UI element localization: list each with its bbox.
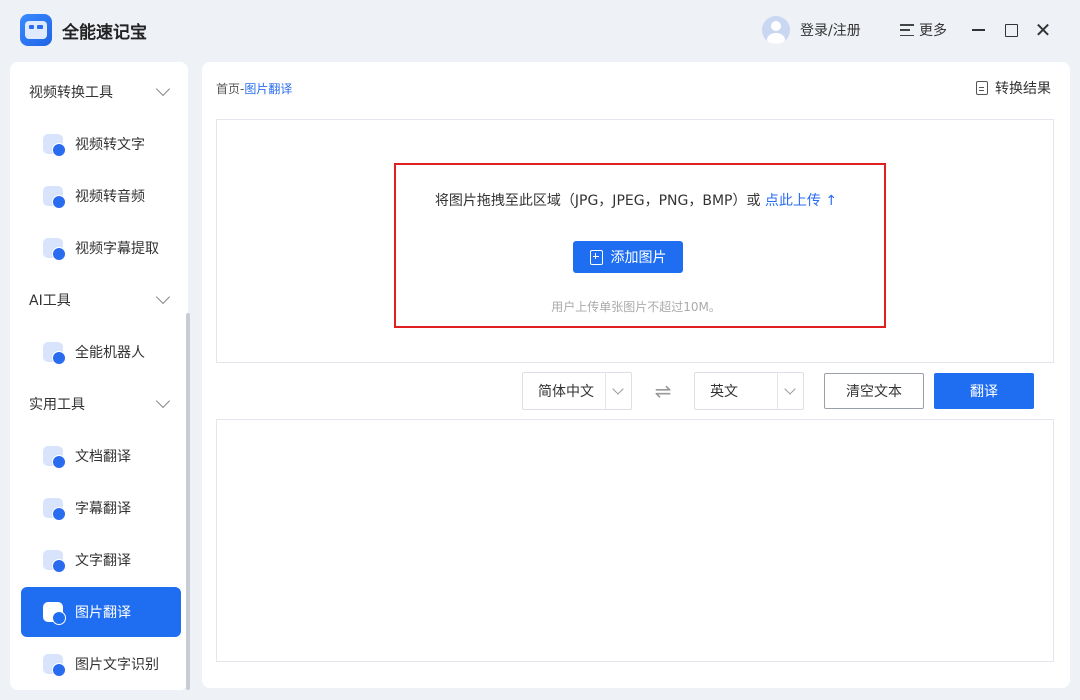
sidebar-item-label: 全能机器人	[75, 345, 145, 361]
source-language-select[interactable]: 简体中文	[522, 372, 632, 410]
minimize-button[interactable]	[968, 20, 988, 40]
target-language-select[interactable]: 英文	[694, 372, 804, 410]
title-bar: 全能速记宝 登录/注册 更多 ✕	[0, 0, 1080, 62]
sidebar-item-label: 图片翻译	[75, 605, 131, 621]
swap-languages-icon[interactable]: ⇌	[651, 380, 675, 402]
more-label: 更多	[919, 23, 947, 39]
translation-output-area[interactable]	[216, 419, 1054, 662]
sidebar-group-video-tools[interactable]: 视频转换工具	[10, 66, 188, 118]
sidebar-item-image-ocr[interactable]: 图片文字识别	[21, 639, 181, 689]
sidebar-group-label: AI工具	[29, 293, 71, 309]
target-language-value: 英文	[710, 384, 738, 400]
document-icon	[43, 446, 66, 469]
chevron-down-icon	[777, 373, 803, 409]
chevron-down-icon	[155, 81, 171, 97]
sidebar-group-label: 实用工具	[29, 397, 85, 413]
sidebar-item-label: 视频字幕提取	[75, 241, 159, 257]
main-panel: 首页-图片翻译 转换结果 将图片拖拽至此区域（JPG，JPEG，PNG，BMP）…	[202, 62, 1070, 688]
breadcrumb-current: 图片翻译	[244, 82, 293, 96]
sidebar-item-label: 视频转文字	[75, 137, 145, 153]
text-icon	[43, 134, 66, 157]
sidebar-item-document-translate[interactable]: 文档翻译	[21, 431, 181, 481]
sidebar-item-label: 图片文字识别	[75, 657, 159, 673]
upload-limit-note: 用户上传单张图片不超过10M。	[551, 300, 721, 314]
subtitle-icon	[43, 498, 66, 521]
add-file-icon	[589, 249, 603, 265]
music-note-icon	[43, 186, 66, 209]
app-title: 全能速记宝	[62, 23, 147, 43]
text-icon	[43, 550, 66, 573]
arrow-up-icon: ↑	[825, 193, 838, 209]
maximize-button[interactable]	[1001, 20, 1021, 40]
image-dropzone[interactable]: 将图片拖拽至此区域（JPG，JPEG，PNG，BMP）或 点此上传 ↑ 添加图片…	[216, 119, 1054, 363]
upload-link[interactable]: 点此上传 ↑	[765, 193, 837, 209]
image-icon	[43, 602, 66, 625]
more-menu-button[interactable]: 更多	[900, 20, 947, 40]
scan-icon	[43, 654, 66, 677]
conversion-result-label: 转换结果	[995, 81, 1051, 97]
sidebar-item-video-to-audio[interactable]: 视频转音频	[21, 171, 181, 221]
drop-hint-text: 将图片拖拽至此区域（JPG，JPEG，PNG，BMP）或	[434, 193, 761, 209]
add-image-button[interactable]: 添加图片	[573, 241, 683, 273]
breadcrumb-home[interactable]: 首页	[216, 82, 240, 96]
robot-icon	[43, 342, 66, 365]
sidebar-item-label: 文档翻译	[75, 449, 131, 465]
sidebar-item-robot[interactable]: 全能机器人	[21, 327, 181, 377]
sidebar-item-label: 文字翻译	[75, 553, 131, 569]
clear-text-button[interactable]: 清空文本	[824, 373, 924, 409]
chevron-down-icon	[155, 289, 171, 305]
sidebar-item-subtitle-extract[interactable]: 视频字幕提取	[21, 223, 181, 273]
sidebar-group-ai-tools[interactable]: AI工具	[10, 274, 188, 326]
translate-button[interactable]: 翻译	[934, 373, 1034, 409]
sidebar: 视频转换工具 视频转文字 视频转音频 视频字幕提取 AI工具 全能机器人 实用工…	[10, 62, 188, 690]
login-button[interactable]: 登录/注册	[762, 16, 861, 44]
sidebar-item-label: 视频转音频	[75, 189, 145, 205]
chevron-down-icon	[605, 373, 631, 409]
sidebar-item-subtitle-translate[interactable]: 字幕翻译	[21, 483, 181, 533]
sidebar-scrollbar[interactable]	[186, 313, 190, 690]
close-icon: ✕	[1034, 18, 1052, 42]
login-label: 登录/注册	[800, 23, 861, 39]
breadcrumb: 首页-图片翻译	[216, 80, 292, 97]
sidebar-group-label: 视频转换工具	[29, 85, 113, 101]
upload-arrow-icon	[43, 238, 66, 261]
sidebar-item-video-to-text[interactable]: 视频转文字	[21, 119, 181, 169]
source-language-value: 简体中文	[538, 384, 594, 400]
sidebar-item-text-translate[interactable]: 文字翻译	[21, 535, 181, 585]
menu-icon	[900, 24, 914, 36]
add-image-label: 添加图片	[610, 249, 667, 265]
drop-hint: 将图片拖拽至此区域（JPG，JPEG，PNG，BMP）或 点此上传 ↑	[217, 190, 1055, 210]
app-logo-icon	[20, 14, 52, 46]
sidebar-item-label: 字幕翻译	[75, 501, 131, 517]
avatar-icon	[762, 16, 790, 44]
chevron-down-icon	[155, 393, 171, 409]
conversion-result-button[interactable]: 转换结果	[976, 78, 1051, 98]
upload-link-label: 点此上传	[764, 193, 821, 209]
close-button[interactable]: ✕	[1033, 20, 1053, 40]
sidebar-group-utility-tools[interactable]: 实用工具	[10, 378, 188, 430]
sidebar-item-image-translate[interactable]: 图片翻译	[21, 587, 181, 637]
document-icon	[976, 81, 988, 95]
